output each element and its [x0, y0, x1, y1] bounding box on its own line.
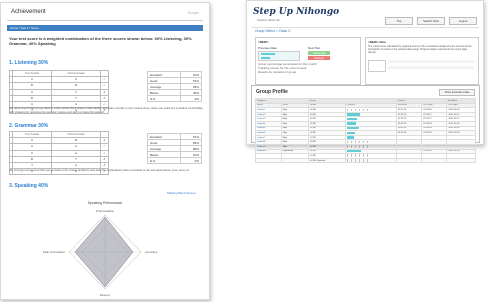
student-row[interactable]: LV.N5 Checked	[255, 157, 476, 164]
progress-bar	[346, 117, 358, 121]
last-login-full	[446, 157, 476, 164]
legend-row	[388, 69, 474, 72]
progress-track	[346, 159, 369, 162]
group-profile-section: Group Profile Show all student data Prog…	[251, 85, 480, 164]
radar-axis-bottom: Fluency	[100, 293, 111, 297]
notes-box: <NEW> Note The result scores calculated …	[365, 37, 479, 85]
progress-track	[346, 145, 369, 148]
new-tests-box: <NEW> Previous Date Next Test Achieved M…	[255, 37, 361, 85]
radar-axis-right: Accuracy	[145, 250, 158, 254]
listening-summary: Excellent 51% Good 51% Average 35% Below 35% N.G…	[147, 71, 203, 102]
group-profile-table: Progress Score Course Deadline Name Scor…	[255, 98, 476, 164]
summary-value: 0%	[179, 157, 203, 164]
search-view-button[interactable]: Search View	[417, 17, 445, 25]
logout-button[interactable]: Logout	[449, 17, 477, 25]
progress-bar	[346, 122, 357, 125]
score-intro: Your test score is a weighted combinatio…	[9, 36, 192, 46]
progress-bar	[346, 126, 359, 130]
achieved-badge: Achieved	[308, 51, 330, 55]
student-name[interactable]	[255, 157, 282, 164]
grammar-advice: We strongly recommend that you go back t…	[9, 168, 190, 172]
achievement-report-panel: Achievement Groups Home / Test 1 / Score…	[0, 2, 210, 300]
progress-track	[346, 154, 369, 158]
student-progress	[344, 157, 397, 164]
chart-bar	[261, 56, 270, 59]
listening-advice: We recommend that you go back to a few a…	[9, 106, 203, 114]
breadcrumb[interactable]: Home / Test 1 / Score	[7, 25, 203, 31]
last-login	[421, 157, 448, 164]
box-title: <NEW> Note	[368, 40, 387, 44]
marking-band-link[interactable]: Marking Band Scores	[167, 191, 196, 195]
student-score	[280, 157, 309, 164]
student-grade: LV.N5 Checked	[307, 157, 346, 164]
listening-heading: 1. Listening 30%	[9, 60, 49, 66]
summary-label: N.G.	[147, 157, 181, 164]
speaking-heading: 3. Speaking 40%	[9, 183, 49, 189]
app-logo[interactable]: Step Up Nihongo	[253, 7, 339, 17]
summary-row: N.G. 0%	[147, 157, 203, 164]
box-note-3: Results for students in group	[258, 70, 297, 74]
missed-badge: Missed	[308, 56, 330, 60]
progress-track	[346, 108, 369, 112]
summary-label: N.G.	[147, 95, 181, 102]
divider	[251, 27, 479, 28]
progress-bar	[346, 131, 356, 134]
notes-legend-grid	[368, 60, 386, 72]
group-profile-title: Group Profile	[256, 89, 288, 95]
notes-legend	[388, 60, 474, 76]
chart-bar	[261, 53, 275, 56]
speaking-radar-chart: Speaking Performance Pronunciation Task …	[43, 201, 158, 297]
notes-text: The result scores calculated by weighted…	[368, 45, 473, 55]
progress-bar	[346, 136, 354, 139]
top-button[interactable]: Top	[385, 17, 413, 25]
previous-date-chart	[258, 51, 300, 61]
summary-row: N.G. 0%	[147, 95, 203, 102]
grammar-heading: 2. Grammar 30%	[9, 123, 49, 129]
divider	[7, 20, 203, 21]
progress-track	[346, 140, 369, 144]
radar-title: Speaking Performance	[88, 201, 123, 205]
radar-score-area	[74, 216, 134, 288]
progress-bar	[346, 149, 362, 153]
page-title: Achievement	[11, 9, 46, 15]
previous-date-label: Previous Date	[258, 46, 277, 50]
next-test-label: Next Test	[308, 46, 321, 50]
breadcrumb[interactable]: Group Select > Class C	[255, 29, 291, 33]
summary-value: 0%	[179, 95, 203, 102]
teacher-admin-panel: Step Up Nihongo Teacher's admin site Top…	[246, 0, 484, 164]
radar-axis-top: Pronunciation	[96, 209, 115, 213]
show-all-button[interactable]: Show all student data	[439, 89, 475, 96]
grammar-summary: Excellent 51% Good 56% Average 88% Below 51% N.G…	[147, 133, 203, 164]
app-logo-subtitle: Teacher's admin site	[257, 19, 280, 22]
start-date	[395, 157, 423, 164]
progress-bar	[346, 113, 360, 116]
groups-link[interactable]: Groups	[188, 11, 199, 15]
radar-axis-left: Task Completion	[43, 250, 66, 254]
box-title: <NEW>	[258, 40, 269, 44]
